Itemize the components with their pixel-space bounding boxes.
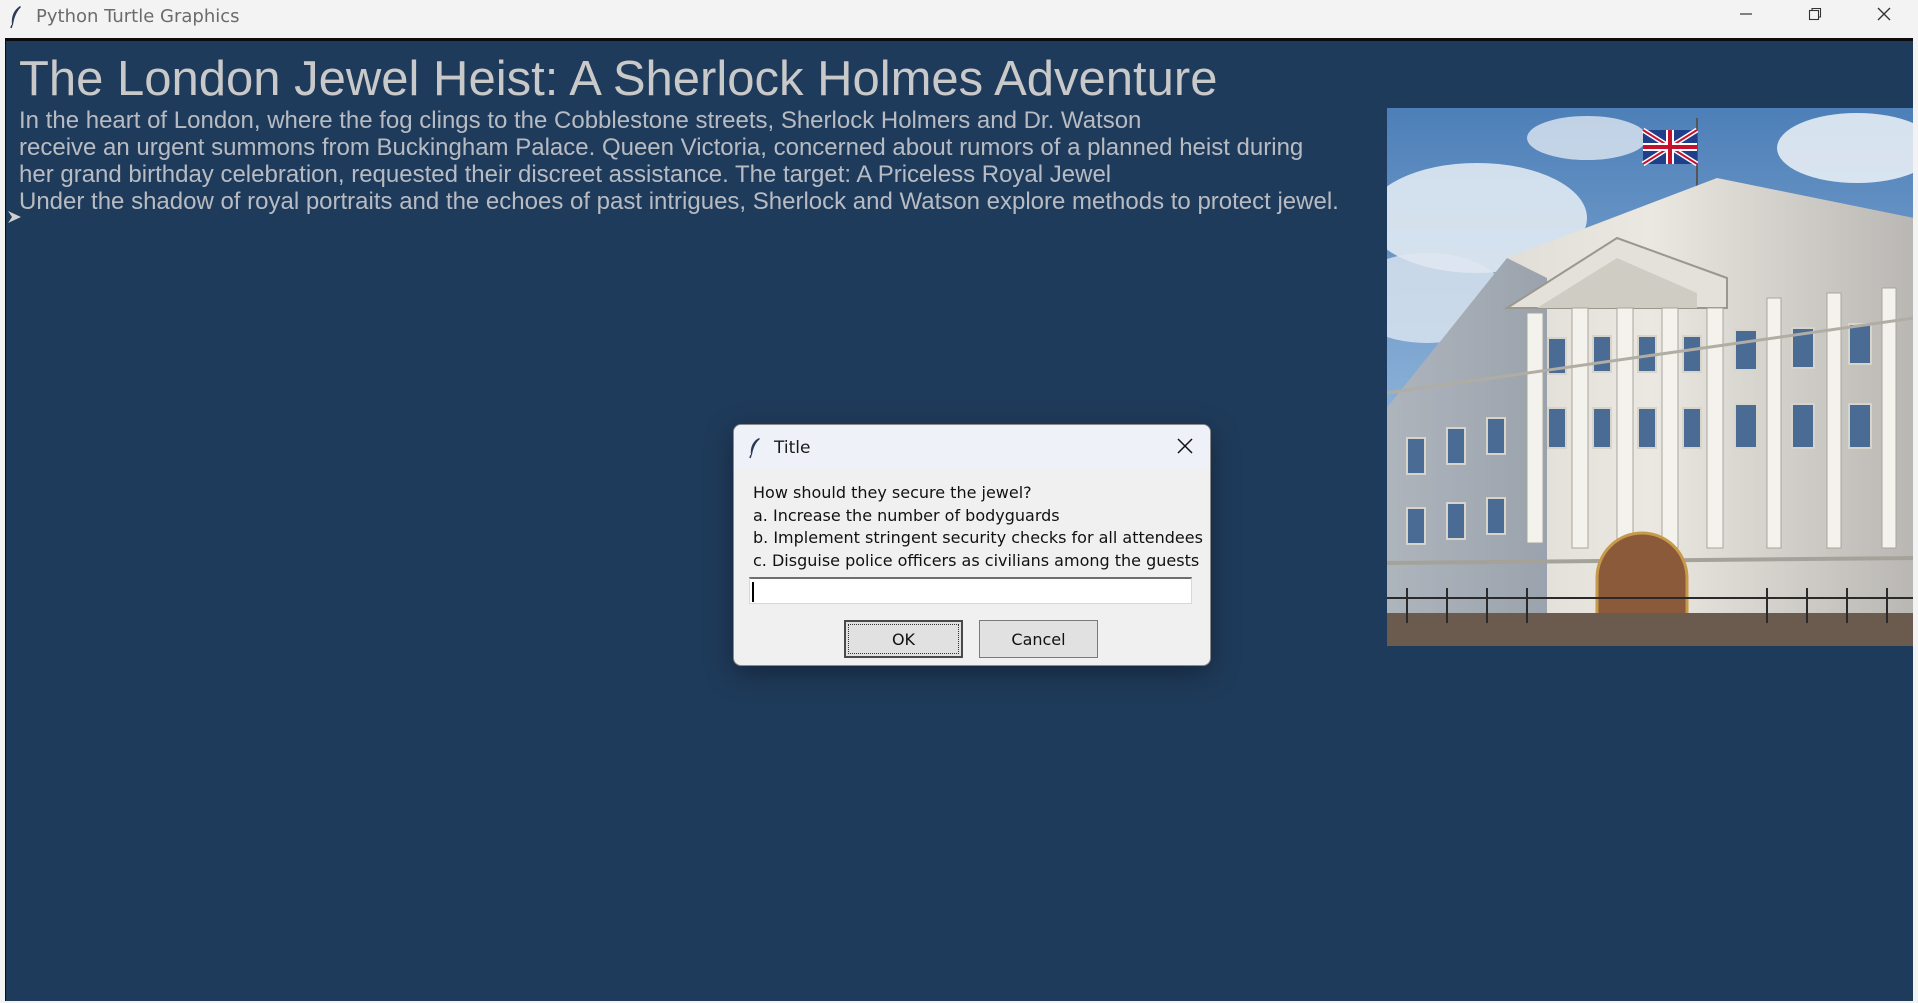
minimize-button[interactable] (1711, 0, 1780, 33)
dialog-title: Title (774, 437, 811, 458)
prompt-question: How should they secure the jewel? (753, 483, 1032, 502)
cancel-button[interactable]: Cancel (979, 620, 1098, 658)
turtle-window: Python Turtle Graphics The London Jewel … (0, 0, 1918, 1003)
close-icon (1176, 437, 1194, 460)
story-title: The London Jewel Heist: A Sherlock Holme… (19, 52, 1218, 106)
restore-icon (1808, 7, 1822, 26)
story-paragraph: In the heart of London, where the fog cl… (19, 107, 1142, 134)
feather-icon (6, 5, 26, 29)
prompt-option-a: a. Increase the number of bodyguards (753, 505, 1060, 525)
buckingham-palace-image (1347, 108, 1913, 648)
input-dialog: Title How should they secure the jewel? … (733, 424, 1211, 666)
dialog-close-button[interactable] (1170, 433, 1200, 463)
restore-button[interactable] (1780, 0, 1849, 33)
minimize-icon (1739, 7, 1753, 26)
text-caret (752, 582, 754, 602)
prompt-option-c: c. Disguise police officers as civilians… (753, 550, 1200, 570)
dialog-titlebar[interactable]: Title (734, 425, 1210, 470)
turtle-cursor-icon (8, 210, 22, 229)
story-paragraph: receive an urgent summons from Buckingha… (19, 134, 1304, 161)
feather-icon (748, 437, 766, 459)
answer-input[interactable] (749, 577, 1192, 604)
ok-button[interactable]: OK (844, 620, 963, 658)
close-icon (1876, 6, 1892, 27)
story-paragraph: Under the shadow of royal portraits and … (19, 188, 1339, 215)
window-title: Python Turtle Graphics (36, 6, 240, 27)
close-button[interactable] (1849, 0, 1918, 33)
story-paragraph: her grand birthday celebration, requeste… (19, 161, 1112, 188)
dialog-prompt: How should they secure the jewel? a. Inc… (753, 482, 1203, 572)
prompt-option-b: b. Implement stringent security checks f… (753, 528, 1203, 548)
window-titlebar[interactable]: Python Turtle Graphics (0, 0, 1918, 33)
window-controls (1711, 0, 1918, 33)
